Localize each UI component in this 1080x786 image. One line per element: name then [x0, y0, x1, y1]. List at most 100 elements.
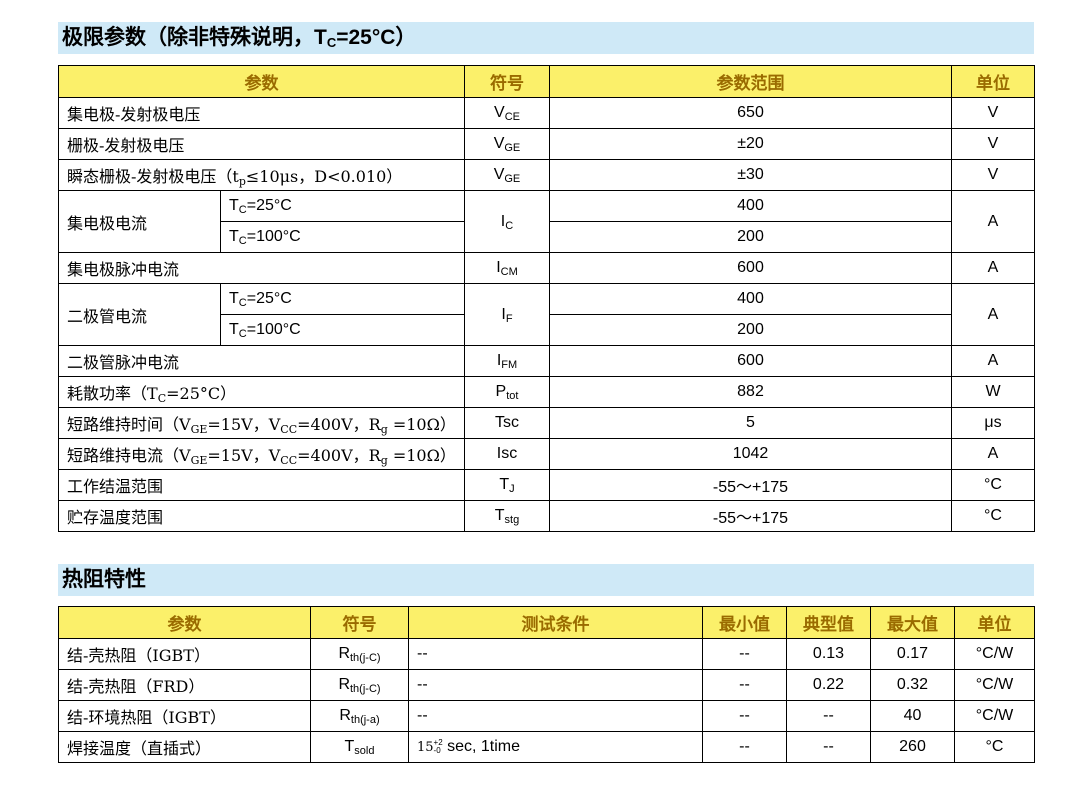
header-max: 最大值: [870, 606, 955, 639]
typ-cell: 0.22: [786, 669, 871, 701]
param-cell: 结-壳热阻（IGBT）: [58, 638, 311, 670]
unit-cell: °C/W: [954, 700, 1035, 732]
table-row: 结-壳热阻（IGBT） Rth(j-C) -- -- 0.13 0.17 °C/…: [58, 638, 1035, 670]
condition-cell: --: [408, 669, 703, 701]
section-title-absolute-max: 极限参数（除非特殊说明，TC=25°C）: [58, 22, 1034, 54]
symbol-cell: VGE: [464, 128, 550, 160]
table-row: 瞬态栅极-发射极电压（tp≤10μs，D<0.010） VGE ±30 V: [58, 159, 1035, 191]
param-cell: 栅极-发射极电压: [58, 128, 465, 160]
header-unit: 单位: [951, 65, 1035, 98]
unit-cell: °C: [951, 500, 1035, 532]
unit-cell: V: [951, 128, 1035, 160]
max-cell: 0.32: [870, 669, 955, 701]
condition-cell: TC=25°C: [220, 283, 465, 315]
unit-cell: A: [951, 438, 1035, 470]
param-cell: 集电极脉冲电流: [58, 252, 465, 284]
max-cell: 0.17: [870, 638, 955, 670]
unit-cell: °C/W: [954, 638, 1035, 670]
range-cell: 400: [549, 190, 952, 222]
condition-cell: --: [408, 700, 703, 732]
range-cell: 5: [549, 407, 952, 439]
header-min: 最小值: [702, 606, 787, 639]
typ-cell: 0.13: [786, 638, 871, 670]
condition-cell: TC=100°C: [220, 221, 465, 253]
symbol-cell: Ptot: [464, 376, 550, 408]
table-row: 集电极-发射极电压 VCE 650 V: [58, 97, 1035, 129]
min-cell: --: [702, 638, 787, 670]
symbol-cell: VGE: [464, 159, 550, 191]
symbol-cell: TJ: [464, 469, 550, 501]
unit-cell: V: [951, 159, 1035, 191]
param-cell: 二极管脉冲电流: [58, 345, 465, 377]
unit-cell: W: [951, 376, 1035, 408]
header-param: 参数: [58, 606, 311, 639]
unit-cell: A: [951, 190, 1035, 253]
typ-cell: --: [786, 700, 871, 732]
symbol-cell: VCE: [464, 97, 550, 129]
unit-cell: °C: [954, 731, 1035, 763]
param-cell: 结-环境热阻（IGBT）: [58, 700, 311, 732]
typ-cell: --: [786, 731, 871, 763]
symbol-cell: Tsold: [310, 731, 409, 763]
param-cell: 短路维持时间（VGE=15V，VCC=400V，Rg =10Ω）: [58, 407, 465, 439]
min-cell: --: [702, 731, 787, 763]
range-cell: -55～+175: [549, 500, 952, 532]
range-cell: 1042: [549, 438, 952, 470]
table-row: 焊接温度（直插式） Tsold 15+2 -0 sec, 1time -- -- …: [58, 731, 1035, 763]
unit-cell: A: [951, 283, 1035, 346]
table-row: 集电极脉冲电流 ICM 600 A: [58, 252, 1035, 284]
range-cell: 600: [549, 252, 952, 284]
max-cell: 260: [870, 731, 955, 763]
param-cell: 结-壳热阻（FRD）: [58, 669, 311, 701]
symbol-cell: Isc: [464, 438, 550, 470]
param-cell: 耗散功率（TC=25°C）: [58, 376, 465, 408]
table-row: 栅极-发射极电压 VGE ±20 V: [58, 128, 1035, 160]
header-symbol: 符号: [464, 65, 550, 98]
range-cell: 650: [549, 97, 952, 129]
param-cell: 集电极-发射极电压: [58, 97, 465, 129]
header-unit: 单位: [954, 606, 1035, 639]
table-header-row: 参数 符号 参数范围 单位: [58, 65, 1035, 98]
table-row: 结-壳热阻（FRD） Rth(j-C) -- -- 0.22 0.32 °C/W: [58, 669, 1035, 701]
thermal-table: 参数 符号 测试条件 最小值 典型值 最大值 单位 结-壳热阻（IGBT） Rt…: [58, 606, 1035, 763]
condition-cell: 15+2 -0 sec, 1time: [408, 731, 703, 763]
param-cell: 焊接温度（直插式）: [58, 731, 311, 763]
absolute-max-table: 参数 符号 参数范围 单位 集电极-发射极电压 VCE 650 V 栅极-发射极…: [58, 65, 1035, 532]
symbol-cell: Rth(j-C): [310, 669, 409, 701]
min-cell: --: [702, 669, 787, 701]
param-cell: 二极管电流: [58, 283, 221, 346]
range-cell: 600: [549, 345, 952, 377]
symbol-cell: Rth(j-a): [310, 700, 409, 732]
header-param: 参数: [58, 65, 465, 98]
symbol-cell: IC: [464, 190, 550, 253]
unit-cell: °C/W: [954, 669, 1035, 701]
param-cell: 集电极电流: [58, 190, 221, 253]
symbol-cell: ICM: [464, 252, 550, 284]
unit-cell: A: [951, 345, 1035, 377]
unit-cell: μs: [951, 407, 1035, 439]
header-symbol: 符号: [310, 606, 409, 639]
range-cell: 200: [549, 314, 952, 346]
symbol-cell: Rth(j-C): [310, 638, 409, 670]
condition-cell: TC=100°C: [220, 314, 465, 346]
symbol-cell: IFM: [464, 345, 550, 377]
param-cell: 工作结温范围: [58, 469, 465, 501]
param-cell: 贮存温度范围: [58, 500, 465, 532]
range-cell: ±20: [549, 128, 952, 160]
table-row: 结-环境热阻（IGBT） Rth(j-a) -- -- -- 40 °C/W: [58, 700, 1035, 732]
symbol-cell: Tsc: [464, 407, 550, 439]
header-range: 参数范围: [549, 65, 952, 98]
range-cell: 400: [549, 283, 952, 315]
section-title-thermal: 热阻特性: [58, 564, 1034, 596]
range-cell: ±30: [549, 159, 952, 191]
table-row: 二极管电流 TC=25°C IF 400 A: [58, 283, 1035, 346]
table-row: 工作结温范围 TJ -55～+175 °C: [58, 469, 1035, 501]
symbol-cell: Tstg: [464, 500, 550, 532]
param-cell: 短路维持电流（VGE=15V，VCC=400V，Rg =10Ω）: [58, 438, 465, 470]
table-row: 耗散功率（TC=25°C） Ptot 882 W: [58, 376, 1035, 408]
unit-cell: °C: [951, 469, 1035, 501]
symbol-cell: IF: [464, 283, 550, 346]
table-row: 集电极电流 TC=25°C IC 400 A: [58, 190, 1035, 253]
range-cell: 882: [549, 376, 952, 408]
unit-cell: V: [951, 97, 1035, 129]
